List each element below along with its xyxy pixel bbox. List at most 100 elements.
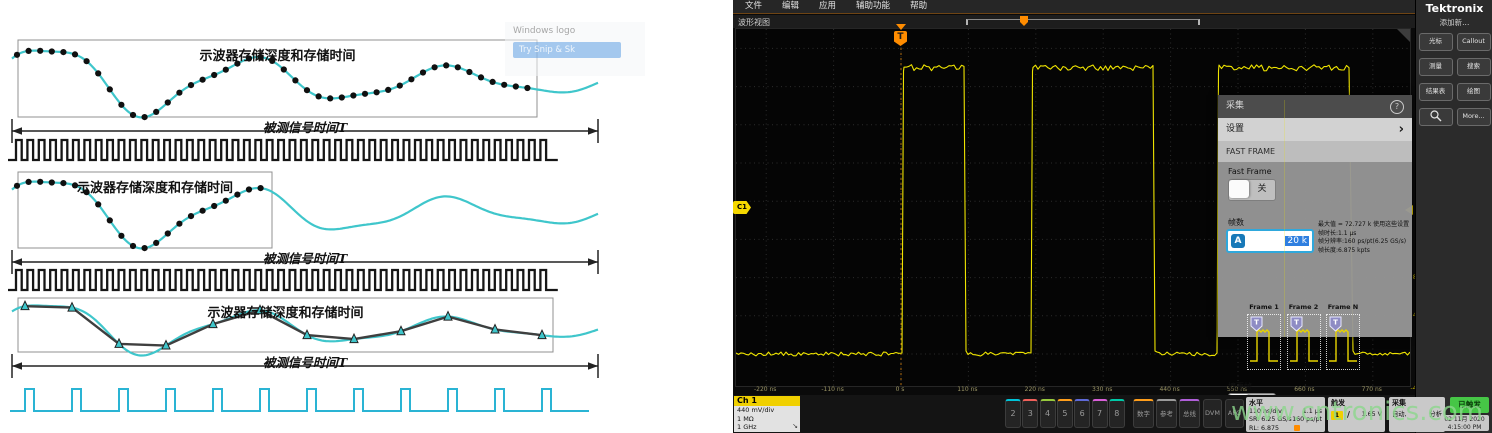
trigger-position-marker-icon[interactable] — [1020, 16, 1028, 26]
frame-info-line: 帧时长:1.1 μs — [1318, 230, 1409, 239]
diagram-title-3: 示波器存储深度和存储时间 — [18, 302, 553, 321]
acquisition-panel: 采集 ? 设置 › FAST FRAME Fast Frame 关 帧数 A 2… — [1218, 95, 1412, 337]
channel2-button[interactable]: 2 — [1005, 399, 1021, 428]
sample-dot — [165, 99, 171, 105]
x-axis-tick: 0 s — [896, 386, 905, 393]
frame-name: Frame 1 — [1246, 303, 1282, 311]
oscilloscope-app: 文件编辑应用辅助功能帮助 波形视图 T C1 3.52 V3.08 V2.64 … — [733, 0, 1492, 433]
probe-icon: ↘ — [792, 422, 798, 431]
sample-dot — [26, 179, 32, 185]
sample-dot — [153, 240, 159, 246]
sample-dot — [107, 86, 113, 92]
sample-dot — [176, 221, 182, 227]
aux-button-dvm[interactable]: DVM — [1203, 399, 1222, 428]
aux-button-数字[interactable]: 数字 — [1133, 399, 1154, 428]
menu-item-1[interactable]: 文件 — [745, 0, 762, 13]
x-axis-tick: 110 ns — [957, 386, 977, 393]
settings-label: 设置 — [1226, 124, 1244, 134]
sidebar-zoom-icon-button[interactable] — [1419, 108, 1453, 126]
waveform-edge-through-panel — [1284, 100, 1285, 337]
aux-button-总线[interactable]: 总线 — [1179, 399, 1200, 428]
frame-name: Frame 2 — [1286, 303, 1322, 311]
sample-dot — [165, 230, 171, 236]
page: 示波器存储深度和存储时间 示波器存储深度和存储时间 示波器存储深度和存储时间 被… — [0, 0, 1492, 433]
sample-dot — [118, 233, 124, 239]
sample-dot — [385, 87, 391, 93]
channel4-button[interactable]: 4 — [1040, 399, 1056, 428]
aux-button-参考[interactable]: 参考 — [1156, 399, 1177, 428]
sample-dot — [188, 82, 194, 88]
sample-dot — [374, 89, 380, 95]
x-axis-tick: 220 ns — [1025, 386, 1045, 393]
frame-cell: T — [1287, 314, 1321, 370]
sample-dot — [304, 87, 310, 93]
channel1-setting-line: 440 mV/div — [737, 406, 797, 415]
x-axis-tick: -110 ns — [821, 386, 843, 393]
channel7-button[interactable]: 7 — [1092, 399, 1108, 428]
sample-dot — [350, 92, 356, 98]
sample-dot — [292, 77, 298, 83]
sample-dot — [420, 69, 426, 75]
sidebar-button-3[interactable]: 测量 — [1419, 58, 1453, 76]
sidebar-button-6[interactable]: 绘图 — [1457, 83, 1491, 101]
frame-pulse — [1250, 330, 1278, 361]
sidebar-button-8[interactable]: More... — [1457, 108, 1491, 126]
keypad-icon[interactable]: A — [1231, 234, 1245, 248]
view-label: 波形视图 — [738, 17, 770, 28]
zoom-corner-icon[interactable] — [1397, 29, 1410, 42]
menu-item-4[interactable]: 辅助功能 — [856, 0, 890, 13]
time-span-label-3: 被测信号时间T — [150, 352, 460, 371]
menu-item-3[interactable]: 应用 — [819, 0, 836, 13]
channel5-button[interactable]: 5 — [1057, 399, 1073, 428]
sample-dot — [397, 83, 403, 89]
frame-cell: T — [1326, 314, 1360, 370]
sample-dot — [408, 76, 414, 82]
channel8-button[interactable]: 8 — [1109, 399, 1125, 428]
sample-dot — [200, 208, 206, 214]
sample-clock-dense — [8, 140, 558, 160]
frame-info-line: 帧分辨率:160 ps/pt(6.25 GS/s) — [1318, 238, 1409, 247]
frame-diagram: Frame 1TFrame 2TFrame NT — [1246, 303, 1381, 375]
fastframe-section-header: FAST FRAME — [1218, 141, 1412, 162]
settings-row[interactable]: 设置 › — [1218, 118, 1412, 141]
ghost-title: Windows logo — [513, 26, 645, 36]
sidebar-button-1[interactable]: 光标 — [1419, 33, 1453, 51]
channel1-settings: 440 mV/div1 MΩ1 GHz↘ — [734, 406, 800, 432]
channel1-badge[interactable]: Ch 1 440 mV/div1 MΩ1 GHz↘ — [734, 396, 800, 432]
menu-item-5[interactable]: 帮助 — [910, 0, 927, 13]
tektronix-logo: Tektronix — [1416, 2, 1492, 15]
sidebar-button-4[interactable]: 搜索 — [1457, 58, 1491, 76]
frame-pulse — [1329, 330, 1357, 361]
sample-dot — [362, 91, 368, 97]
right-sidebar: Tektronix 添加新... 光标Callout测量搜索结果表绘图More.… — [1415, 0, 1492, 433]
time-span-label-1: 被测信号时间T — [150, 117, 460, 136]
sample-dot — [107, 217, 113, 223]
channel3-button[interactable]: 3 — [1022, 399, 1038, 428]
chevron-right-icon: › — [1399, 118, 1404, 141]
x-axis-tick: 770 ns — [1362, 386, 1382, 393]
acquisition-panel-title-bar: 采集 ? — [1218, 95, 1412, 118]
sample-dot — [432, 64, 438, 70]
x-axis-tick: -220 ns — [754, 386, 776, 393]
ghost-notification: Windows logo Try Snip & Sk — [505, 22, 645, 76]
channel1-setting-line: 1 GHz — [737, 423, 797, 432]
acquisition-panel-title: 采集 — [1226, 101, 1244, 111]
frame-pulse — [1290, 330, 1318, 361]
sidebar-button-5[interactable]: 结果表 — [1419, 83, 1453, 101]
menu-item-2[interactable]: 编辑 — [782, 0, 799, 13]
summary-frame-label: 摘要帧 — [1228, 381, 1252, 392]
frame-count-input[interactable]: A 20 k — [1226, 229, 1314, 253]
horizontal-position-bracket[interactable] — [966, 19, 1200, 25]
ghost-snip-button[interactable]: Try Snip & Sk — [513, 42, 621, 58]
channel6-button[interactable]: 6 — [1074, 399, 1090, 428]
diagram-title-1: 示波器存储深度和存储时间 — [18, 45, 537, 64]
sidebar-button-2[interactable]: Callout — [1457, 33, 1491, 51]
fastframe-toggle[interactable]: 关 — [1228, 179, 1276, 201]
help-icon[interactable]: ? — [1390, 100, 1404, 114]
sample-dot — [14, 183, 20, 189]
sampling-diagram: 示波器存储深度和存储时间 示波器存储深度和存储时间 示波器存储深度和存储时间 被… — [0, 0, 733, 433]
watermark: www.cntronics.com — [1231, 397, 1483, 427]
sidebar-buttons: 光标Callout测量搜索结果表绘图 More... — [1416, 33, 1492, 126]
channel1-setting-line: 1 MΩ — [737, 415, 797, 424]
frame-count-label: 帧数 — [1228, 217, 1244, 228]
